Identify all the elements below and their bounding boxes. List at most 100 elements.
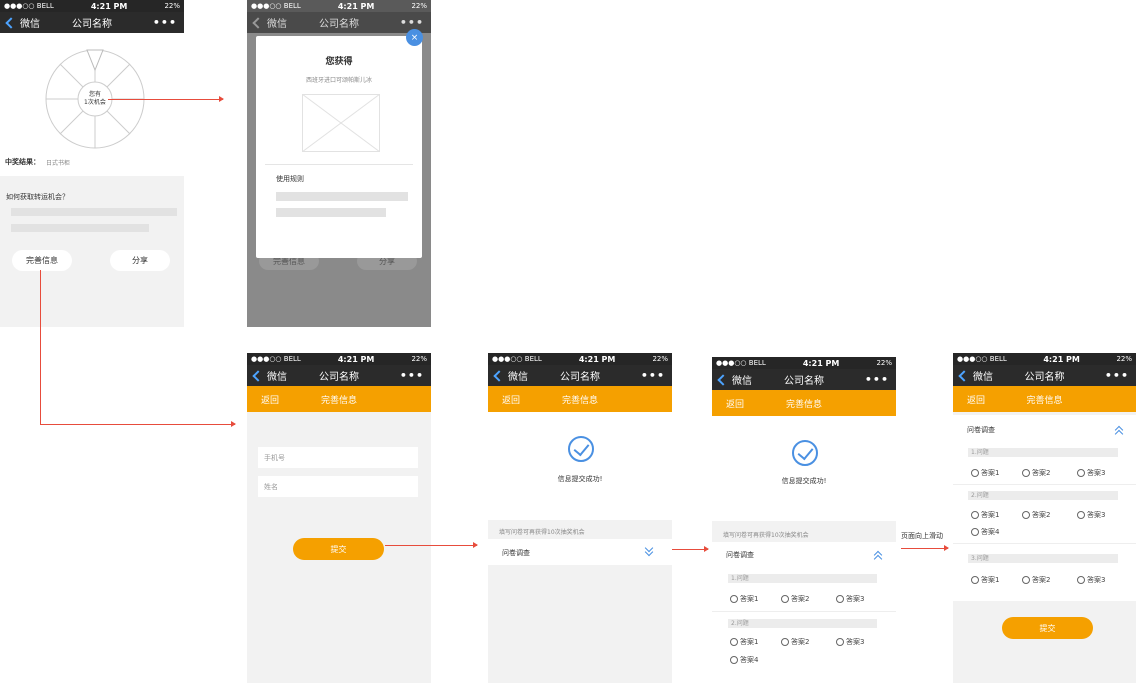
carrier-text: ●●●○○ BELL: [251, 355, 301, 363]
back-label: 微信: [973, 372, 993, 383]
carrier-text: ●●●○○ BELL: [957, 355, 1007, 363]
time-text: 4:21 PM: [578, 354, 616, 364]
chevron-left-icon: [252, 16, 264, 29]
pointer-icon: [86, 49, 104, 72]
collapse-up-icon[interactable]: [1113, 424, 1125, 439]
share-button[interactable]: 分享: [110, 250, 170, 271]
flow-arrow: [385, 542, 478, 548]
time-text: 4:21 PM: [337, 1, 375, 11]
wheel-card: 您有 1次机会 中奖结果： 日式书柜: [0, 33, 184, 176]
back-label: 微信: [267, 19, 287, 30]
more-icon[interactable]: •••: [1105, 369, 1129, 382]
phone-input[interactable]: 手机号: [258, 447, 418, 468]
screen-form: ●●●○○ BELL 4:21 PM 22% 微信 公司名称 ••• 返回 完善…: [247, 353, 431, 683]
more-icon[interactable]: •••: [153, 16, 177, 29]
battery-text: 22%: [652, 355, 668, 363]
answer-radio[interactable]: 答案3: [836, 637, 864, 647]
back-button[interactable]: 微信: [252, 368, 287, 383]
return-button[interactable]: 返回: [502, 393, 520, 406]
sub-header: 返回 完善信息: [247, 386, 431, 412]
battery-text: 22%: [1116, 355, 1132, 363]
result-label: 中奖结果：: [5, 158, 40, 166]
status-bar: ●●●○○ BELL 4:21 PM 22%: [0, 0, 184, 12]
back-label: 微信: [20, 19, 40, 30]
answer-radio[interactable]: 答案2: [1022, 510, 1050, 520]
time-text: 4:21 PM: [1043, 354, 1080, 364]
answer-radio[interactable]: 答案2: [1022, 575, 1050, 585]
answer-radio[interactable]: 答案1: [971, 575, 999, 585]
nav-bar: 微信 公司名称 •••: [712, 369, 896, 390]
complete-info-button[interactable]: 完善信息: [12, 250, 72, 271]
time-text: 4:21 PM: [90, 1, 128, 11]
chevron-left-icon: [717, 373, 729, 386]
survey-hint: 填写问卷可再获得10次抽奖机会: [723, 532, 809, 539]
return-button[interactable]: 返回: [261, 393, 279, 406]
answer-radio[interactable]: 答案3: [1077, 575, 1105, 585]
placeholder-line: [11, 224, 149, 232]
answer-radio[interactable]: 答案3: [1077, 510, 1105, 520]
flow-line: [40, 270, 41, 424]
back-button[interactable]: 微信: [5, 15, 40, 30]
nav-bar: 微信 公司名称 •••: [0, 12, 184, 33]
expand-down-icon[interactable]: [643, 543, 655, 557]
sub-header: 返回 完善信息: [953, 386, 1136, 412]
submit-button[interactable]: 提交: [293, 538, 384, 560]
answer-radio[interactable]: 答案1: [730, 637, 758, 647]
answer-radio[interactable]: 答案1: [971, 510, 999, 520]
answer-radio[interactable]: 答案1: [730, 594, 758, 604]
rules-label: 使用规则: [276, 175, 304, 183]
placeholder-line: [276, 192, 408, 201]
answer-radio[interactable]: 答案3: [1077, 468, 1105, 478]
prize-image: [302, 94, 380, 152]
back-button[interactable]: 微信: [252, 15, 287, 30]
modal-title: 您获得: [325, 57, 353, 67]
more-icon[interactable]: •••: [400, 16, 424, 29]
chevron-left-icon: [5, 16, 17, 29]
submit-button[interactable]: 提交: [1002, 617, 1093, 639]
answer-radio[interactable]: 答案4: [730, 655, 758, 665]
answer-radio[interactable]: 答案4: [971, 527, 999, 537]
chevron-left-icon: [252, 369, 264, 382]
wheel-center-line2: 1次机会: [84, 99, 106, 106]
carrier-text: ●●●○○ BELL: [4, 2, 54, 10]
screen-survey-expanded: ●●●○○ BELL 4:21 PM 22% 微信 公司名称 ••• 返回 完善…: [712, 357, 896, 683]
more-icon[interactable]: •••: [865, 373, 889, 386]
status-bar: ●●●○○ BELL 4:21 PM 22%: [247, 353, 431, 365]
return-button[interactable]: 返回: [967, 393, 985, 406]
survey-panel: 问卷调查 1.问题 答案1 答案2 答案3 2.问题 答案1 答案2 答案3 答…: [712, 542, 896, 683]
status-bar: ●●●○○ BELL 4:21 PM 22%: [488, 353, 672, 365]
answer-radio[interactable]: 答案2: [781, 594, 809, 604]
placeholder-line: [11, 208, 177, 216]
back-button[interactable]: 微信: [717, 372, 752, 387]
more-icon[interactable]: •••: [641, 369, 665, 382]
more-icon[interactable]: •••: [400, 369, 424, 382]
survey-header[interactable]: 问卷调查: [488, 539, 672, 565]
answer-radio[interactable]: 答案2: [1022, 468, 1050, 478]
collapse-up-icon[interactable]: [872, 549, 884, 564]
battery-text: 22%: [164, 2, 180, 10]
answer-radio[interactable]: 答案1: [971, 468, 999, 478]
battery-text: 22%: [876, 359, 892, 367]
return-button[interactable]: 返回: [726, 397, 744, 410]
chevron-left-icon: [493, 369, 505, 382]
sub-header: 返回 完善信息: [712, 390, 896, 416]
success-message: 信息提交成功!: [557, 475, 603, 483]
carrier-text: ●●●○○ BELL: [716, 359, 766, 367]
answer-radio[interactable]: 答案2: [781, 637, 809, 647]
status-bar: ●●●○○ BELL 4:21 PM 22%: [953, 353, 1136, 365]
survey-hint: 填写问卷可再获得10次抽奖机会: [499, 529, 585, 536]
back-button[interactable]: 微信: [493, 368, 528, 383]
back-button[interactable]: 微信: [958, 368, 993, 383]
result-value: 日式书柜: [46, 160, 71, 167]
time-text: 4:21 PM: [337, 354, 375, 364]
carrier-text: ●●●○○ BELL: [492, 355, 542, 363]
close-icon[interactable]: ×: [406, 29, 423, 46]
check-icon: [568, 436, 594, 462]
survey-title: 问卷调查: [967, 426, 995, 434]
answer-radio[interactable]: 答案3: [836, 594, 864, 604]
survey-title: 问卷调查: [502, 549, 530, 557]
divider: [712, 611, 896, 612]
name-input[interactable]: 姓名: [258, 476, 418, 497]
success-card: 信息提交成功!: [712, 416, 896, 521]
nav-bar: 微信 公司名称 •••: [488, 365, 672, 386]
